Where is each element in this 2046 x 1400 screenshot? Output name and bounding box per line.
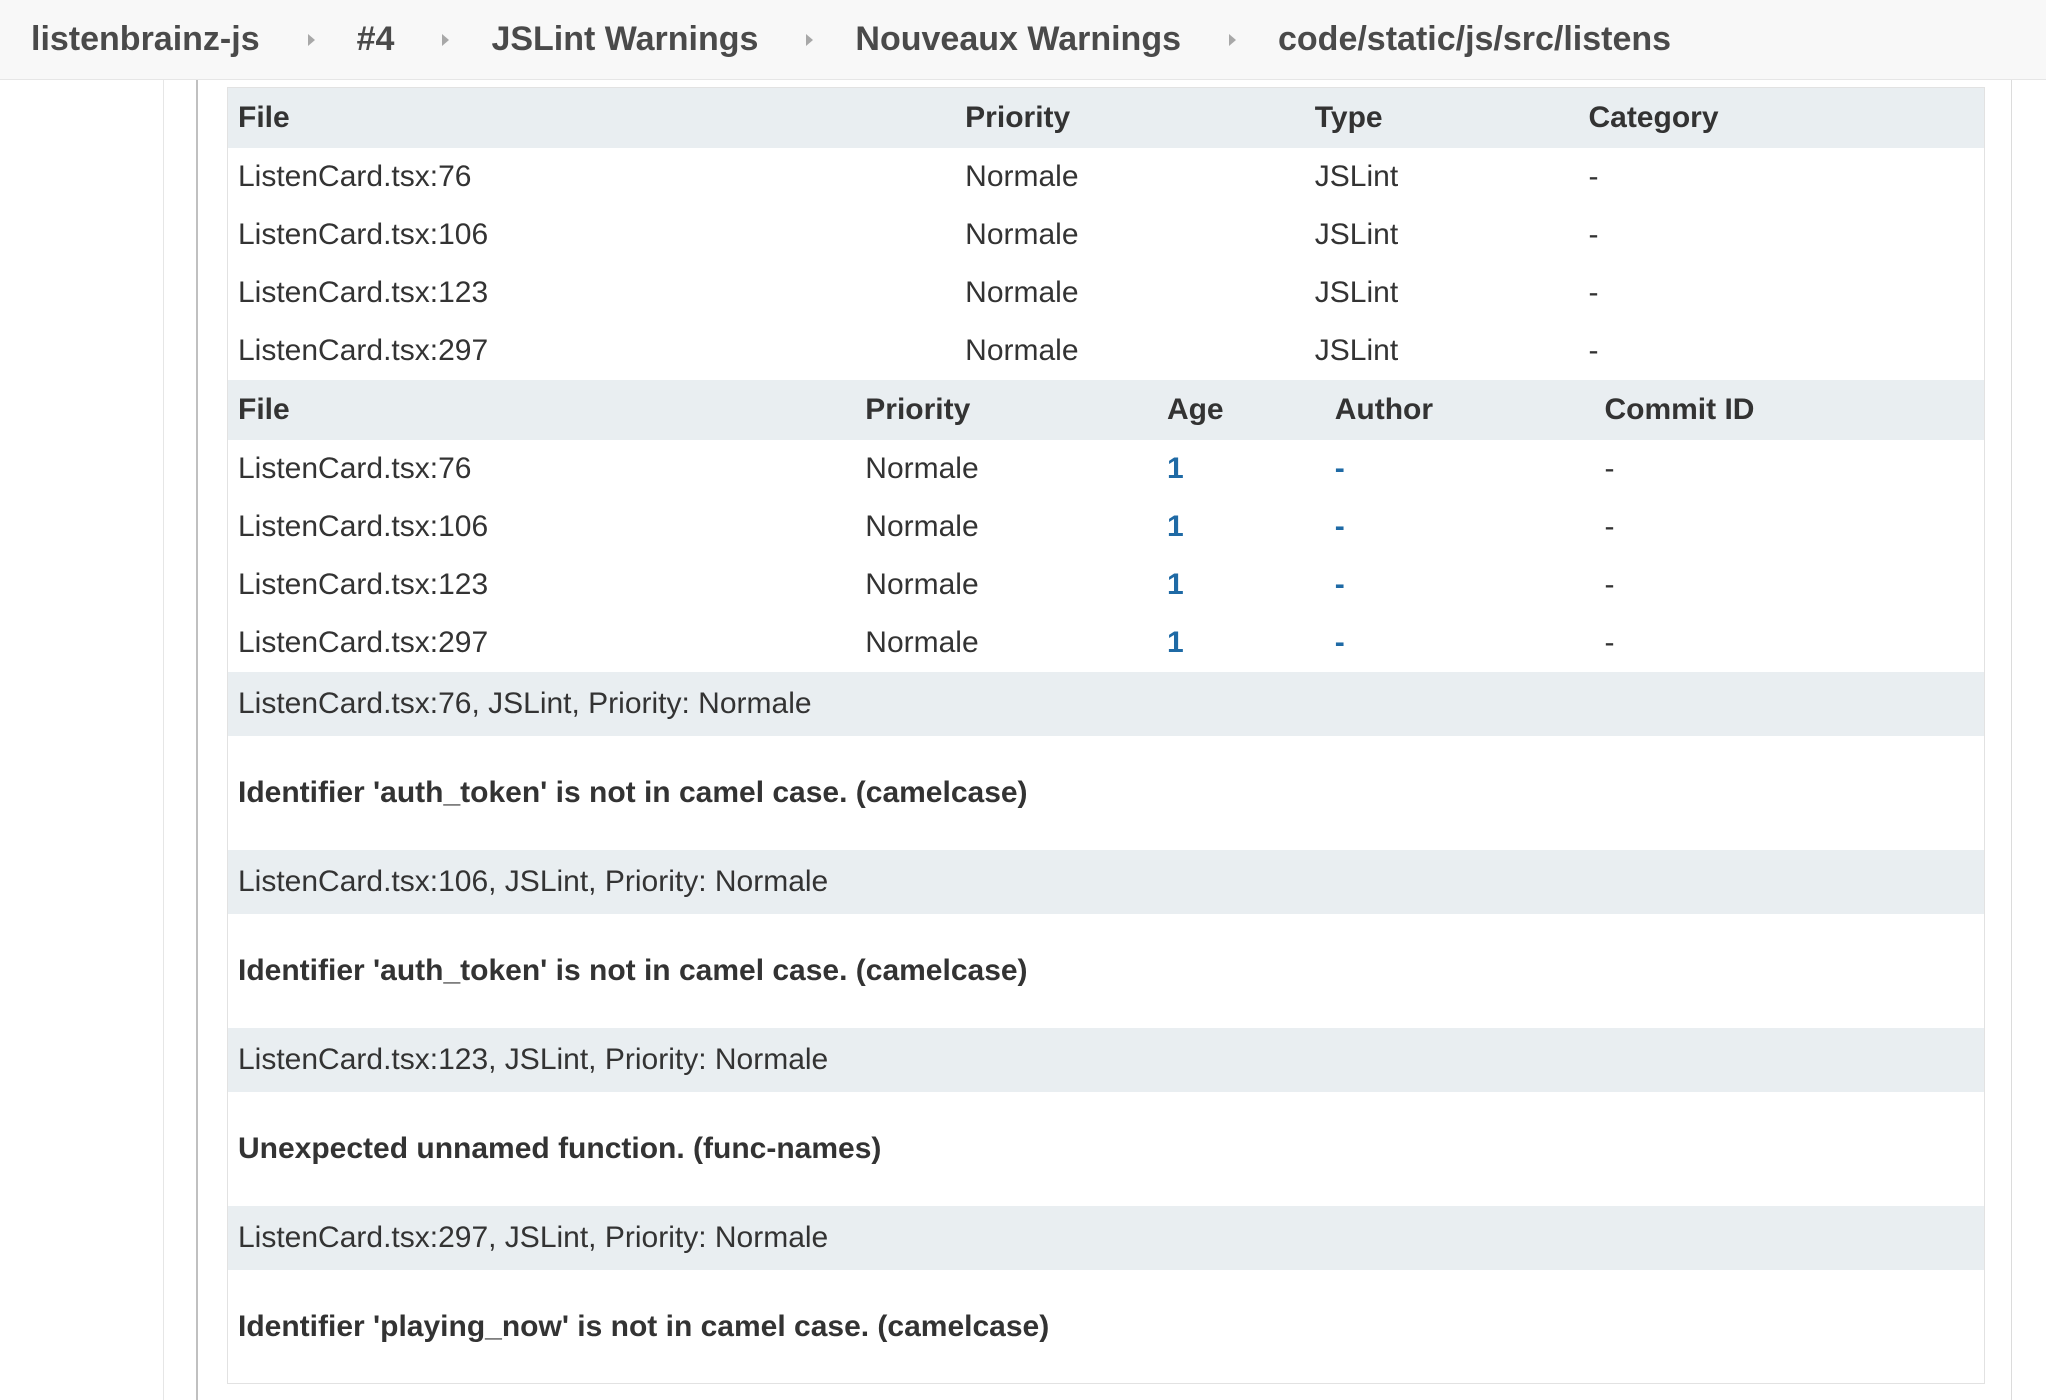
priority-cell: Normale xyxy=(965,276,1079,309)
priority-cell: Normale xyxy=(865,568,979,601)
table-row: ListenCard.tsx:106 Normale JSLint - xyxy=(228,206,1984,264)
chevron-right-icon xyxy=(307,33,315,46)
chevron-right-icon xyxy=(442,33,450,46)
warning-detail-list: ListenCard.tsx:76, JSLint, Priority: Nor… xyxy=(228,672,1984,1384)
commit-id-cell: - xyxy=(1604,452,1615,485)
file-cell: ListenCard.tsx:76 xyxy=(238,160,472,193)
age-link[interactable]: 1 xyxy=(1157,510,1325,544)
author-link[interactable]: - xyxy=(1325,510,1595,544)
warning-detail-header: ListenCard.tsx:297, JSLint, Priority: No… xyxy=(228,1206,1984,1270)
file-cell: ListenCard.tsx:123 xyxy=(238,276,489,309)
column-header-file[interactable]: File xyxy=(228,101,955,135)
priority-cell: Normale xyxy=(865,510,979,543)
chevron-right-icon xyxy=(1229,33,1236,46)
file-cell: ListenCard.tsx:106 xyxy=(238,510,489,543)
side-panel-border xyxy=(163,80,164,1400)
age-link[interactable]: 1 xyxy=(1157,452,1325,486)
priority-cell: Normale xyxy=(965,334,1079,367)
breadcrumb-item-jslint-warnings[interactable]: JSLint Warnings xyxy=(491,20,758,59)
column-header-commit-id[interactable]: Commit ID xyxy=(1594,393,1984,427)
table-row: ListenCard.tsx:106 Normale 1 - - xyxy=(228,498,1984,556)
priority-cell: Normale xyxy=(865,626,979,659)
category-cell: - xyxy=(1588,160,1599,193)
warnings-details-table: File Priority Type Category ListenCard.t… xyxy=(228,88,1984,380)
warning-message: Identifier 'playing_now' is not in camel… xyxy=(228,1270,1984,1384)
warnings-blame-table: File Priority Age Author Commit ID Liste… xyxy=(228,380,1984,672)
breadcrumb-item-build[interactable]: #4 xyxy=(357,20,395,59)
table-row: ListenCard.tsx:76 Normale 1 - - xyxy=(228,440,1984,498)
warning-detail-header: ListenCard.tsx:76, JSLint, Priority: Nor… xyxy=(228,672,1984,736)
priority-cell: Normale xyxy=(965,160,1079,193)
category-cell: - xyxy=(1588,276,1599,309)
table-row: ListenCard.tsx:297 Normale 1 - - xyxy=(228,614,1984,672)
author-link[interactable]: - xyxy=(1325,452,1595,486)
age-link[interactable]: 1 xyxy=(1157,568,1325,602)
chevron-right-icon xyxy=(806,33,814,46)
table-row: ListenCard.tsx:123 Normale JSLint - xyxy=(228,264,1984,322)
column-header-category[interactable]: Category xyxy=(1578,101,1984,135)
table-header: File Priority Age Author Commit ID xyxy=(228,380,1984,440)
column-header-type[interactable]: Type xyxy=(1305,101,1579,135)
warning-detail-header: ListenCard.tsx:106, JSLint, Priority: No… xyxy=(228,850,1984,914)
warning-message: Identifier 'auth_token' is not in camel … xyxy=(228,914,1984,1028)
type-cell: JSLint xyxy=(1314,334,1399,367)
file-cell: ListenCard.tsx:297 xyxy=(238,334,489,367)
type-cell: JSLint xyxy=(1314,160,1399,193)
author-link[interactable]: - xyxy=(1325,626,1595,660)
file-cell: ListenCard.tsx:106 xyxy=(238,218,489,251)
age-link[interactable]: 1 xyxy=(1157,626,1325,660)
table-row: ListenCard.tsx:123 Normale 1 - - xyxy=(228,556,1984,614)
commit-id-cell: - xyxy=(1604,510,1615,543)
priority-cell: Normale xyxy=(965,218,1079,251)
priority-cell: Normale xyxy=(865,452,979,485)
file-cell: ListenCard.tsx:123 xyxy=(238,568,489,601)
column-header-file[interactable]: File xyxy=(228,393,855,427)
breadcrumb-item-new-warnings[interactable]: Nouveaux Warnings xyxy=(855,20,1181,59)
table-row: ListenCard.tsx:76 Normale JSLint - xyxy=(228,148,1984,206)
breadcrumb: listenbrainz-js #4 JSLint Warnings Nouve… xyxy=(0,0,2046,80)
breadcrumb-item-job[interactable]: listenbrainz-js xyxy=(31,20,260,59)
category-cell: - xyxy=(1588,334,1599,367)
column-header-age[interactable]: Age xyxy=(1157,393,1325,427)
column-header-author[interactable]: Author xyxy=(1325,393,1595,427)
warning-message: Unexpected unnamed function. (func-names… xyxy=(228,1092,1984,1206)
author-link[interactable]: - xyxy=(1325,568,1595,602)
type-cell: JSLint xyxy=(1314,218,1399,251)
column-header-priority[interactable]: Priority xyxy=(855,393,1157,427)
warning-detail-header: ListenCard.tsx:123, JSLint, Priority: No… xyxy=(228,1028,1984,1092)
commit-id-cell: - xyxy=(1604,626,1615,659)
breadcrumb-item-folder[interactable]: code/static/js/src/listens xyxy=(1278,20,1671,59)
commit-id-cell: - xyxy=(1604,568,1615,601)
file-cell: ListenCard.tsx:297 xyxy=(238,626,489,659)
type-cell: JSLint xyxy=(1314,276,1399,309)
category-cell: - xyxy=(1588,218,1599,251)
file-cell: ListenCard.tsx:76 xyxy=(238,452,472,485)
table-row: ListenCard.tsx:297 Normale JSLint - xyxy=(228,322,1984,380)
column-header-priority[interactable]: Priority xyxy=(955,101,1305,135)
warning-message: Identifier 'auth_token' is not in camel … xyxy=(228,736,1984,850)
warnings-panel: File Priority Type Category ListenCard.t… xyxy=(227,87,1985,1384)
table-header: File Priority Type Category xyxy=(228,88,1984,148)
